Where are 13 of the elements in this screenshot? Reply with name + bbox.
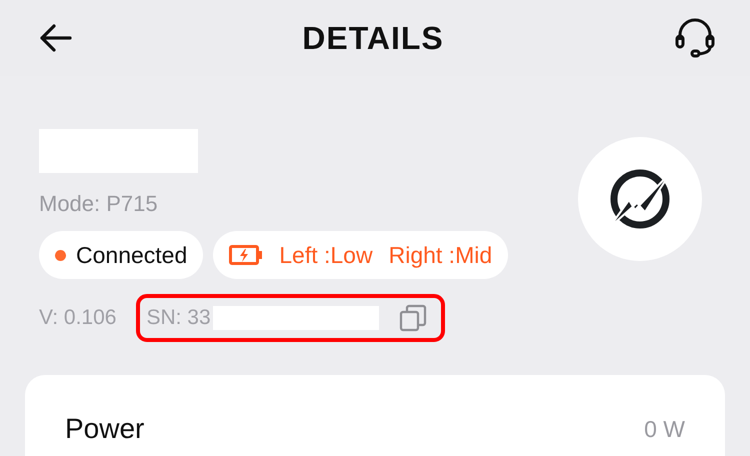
battery-left-text: Left :Low [279,242,373,268]
headset-icon[interactable] [674,18,716,58]
row-value: 0 W [644,416,685,442]
battery-icon [229,245,264,265]
version-text: V: 0.106 [39,306,116,330]
back-icon[interactable] [38,23,72,53]
status-text: Connected [76,242,188,268]
battery-right-text: Right :Mid [388,242,492,268]
model-text: Mode: P715 [39,191,159,217]
row-label: Power [65,413,144,445]
copy-icon[interactable] [398,304,427,332]
serial-text: SN: 33 [146,306,211,330]
page-title: DETAILS [302,20,444,56]
